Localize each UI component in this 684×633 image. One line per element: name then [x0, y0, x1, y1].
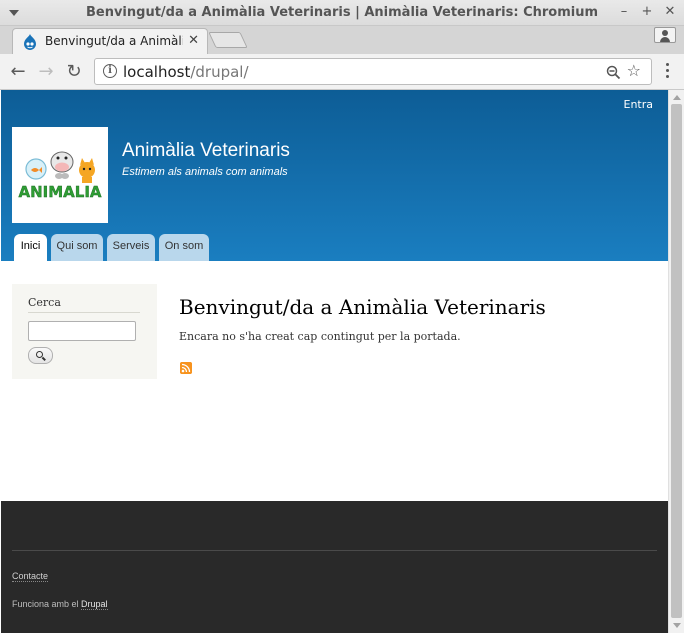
search-button[interactable]: [28, 347, 53, 364]
animals-logo-icon: ANIMALIA: [18, 151, 102, 201]
page-viewport: Entra ANIMALIA Animàlia Veterinaris Esti…: [1, 90, 668, 633]
site-slogan: Estimem als animals com animals: [122, 166, 288, 178]
menu-tab-qui-som[interactable]: Qui som: [51, 234, 103, 261]
front-page-message: Encara no s'ha creat cap contingut per l…: [179, 330, 461, 343]
login-link[interactable]: Entra: [624, 98, 654, 111]
page-title: Benvingut/da a Animàlia Veterinaris: [179, 295, 546, 319]
logo-text: ANIMALIA: [18, 183, 101, 201]
forward-icon[interactable]: →: [35, 61, 57, 83]
scroll-up-icon[interactable]: [673, 95, 681, 100]
tab-title: Benvingut/da a Animàli: [45, 34, 183, 48]
browser-menu-icon[interactable]: [666, 63, 670, 81]
tab-strip: Benvingut/da a Animàli ✕: [0, 26, 684, 55]
window-title: Benvingut/da a Animàlia Veterinaris | An…: [85, 5, 599, 20]
minimize-icon[interactable]: –: [616, 4, 632, 20]
page-scrollbar[interactable]: [668, 90, 684, 633]
site-name[interactable]: Animàlia Veterinaris: [122, 140, 290, 162]
site-footer: Contacte Funciona amb el Drupal: [1, 501, 668, 633]
search-input[interactable]: [28, 321, 136, 341]
powered-by-text: Funciona amb el: [12, 599, 82, 609]
maximize-icon[interactable]: +: [639, 4, 655, 20]
main-content: Benvingut/da a Animàlia Veterinaris Enca…: [179, 295, 649, 374]
url-text[interactable]: localhost/drupal/: [123, 63, 249, 81]
search-block: Cerca: [12, 284, 157, 379]
site-logo[interactable]: ANIMALIA: [12, 127, 108, 223]
menu-tab-serveis[interactable]: Serveis: [107, 234, 155, 261]
url-host: localhost: [123, 63, 191, 81]
address-bar[interactable]: i localhost/drupal/ ☆: [94, 58, 652, 85]
site-info-icon[interactable]: i: [103, 64, 117, 78]
close-window-icon[interactable]: ✕: [662, 4, 678, 20]
bookmark-star-icon[interactable]: ☆: [627, 61, 641, 80]
scrollbar-thumb[interactable]: [671, 104, 682, 618]
tab-close-icon[interactable]: ✕: [188, 33, 199, 48]
zoom-icon[interactable]: [606, 65, 621, 80]
new-tab-button[interactable]: [208, 32, 248, 48]
browser-toolbar: ← → ↻ i localhost/drupal/ ☆: [0, 54, 684, 90]
powered-by: Funciona amb el Drupal: [12, 599, 108, 610]
menu-tab-on-som[interactable]: On som: [159, 234, 209, 261]
search-block-title: Cerca: [28, 296, 61, 309]
contact-link[interactable]: Contacte: [12, 571, 49, 582]
site-header: Entra ANIMALIA Animàlia Veterinaris Esti…: [1, 90, 668, 261]
block-divider: [28, 312, 140, 313]
browser-tab[interactable]: Benvingut/da a Animàli ✕: [12, 28, 208, 55]
back-icon[interactable]: ←: [7, 61, 29, 83]
footer-divider: [12, 550, 657, 551]
drupal-link[interactable]: Drupal: [81, 599, 108, 610]
reload-icon[interactable]: ↻: [63, 61, 85, 83]
window-titlebar: Benvingut/da a Animàlia Veterinaris | An…: [0, 0, 684, 26]
scroll-down-icon[interactable]: [673, 623, 681, 628]
rss-feed-icon[interactable]: [180, 362, 192, 374]
drupal-favicon-icon: [24, 34, 36, 50]
profile-icon[interactable]: [654, 27, 676, 43]
menu-tab-inici[interactable]: Inici: [14, 234, 47, 261]
url-path: /drupal/: [190, 63, 249, 81]
